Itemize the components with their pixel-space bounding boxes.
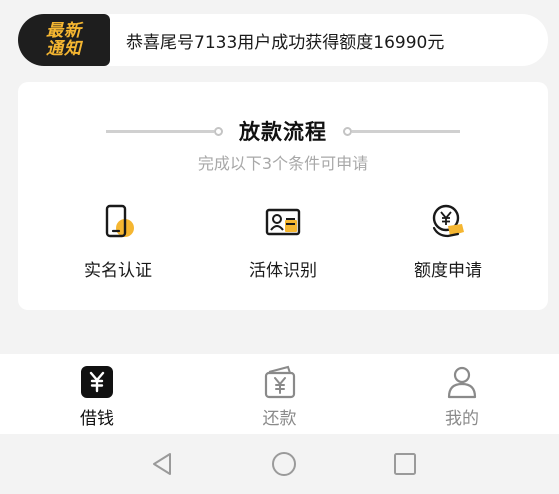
step-real-name-verification[interactable]: 实名认证	[58, 202, 178, 281]
phone-icon	[98, 202, 138, 242]
process-title-row: 放款流程	[18, 116, 548, 146]
step-label: 实名认证	[84, 261, 152, 281]
tab-borrow[interactable]: 借钱	[42, 354, 152, 434]
step-label: 额度申请	[414, 261, 482, 281]
step-label: 活体识别	[249, 261, 317, 281]
yen-square-icon	[79, 364, 115, 400]
yen-coin-hand-icon	[428, 202, 468, 242]
step-credit-application[interactable]: 额度申请	[388, 202, 508, 281]
user-icon	[444, 364, 480, 400]
process-title: 放款流程	[239, 120, 327, 144]
tab-repay[interactable]: 还款	[225, 354, 335, 434]
home-circle-icon[interactable]	[271, 451, 297, 477]
wallet-icon	[262, 364, 298, 400]
step-liveness-detection[interactable]: 活体识别	[223, 202, 343, 281]
notice-bar[interactable]: 最新 通知 恭喜尾号7133用户成功获得额度16990元	[18, 14, 548, 66]
process-subtitle: 完成以下3个条件可申请	[197, 154, 369, 173]
notice-badge-line2: 通知	[46, 39, 82, 59]
title-deco-right	[343, 126, 460, 136]
process-card: 放款流程 完成以下3个条件可申请 实名认证 活体识别 额度申请	[18, 82, 548, 310]
tab-label: 我的	[445, 409, 479, 429]
id-card-icon	[263, 202, 303, 242]
tab-label: 还款	[262, 409, 297, 429]
notice-badge-line1: 最新	[46, 21, 82, 41]
process-steps: 实名认证 活体识别 额度申请	[18, 202, 548, 281]
back-triangle-icon[interactable]	[150, 451, 174, 477]
title-deco-left	[106, 126, 223, 136]
notice-text: 恭喜尾号7133用户成功获得额度16990元	[126, 32, 445, 53]
notice-badge: 最新 通知	[18, 14, 110, 66]
bottom-tab-bar: 借钱 还款 我的	[0, 354, 559, 434]
tab-label: 借钱	[80, 409, 114, 429]
recents-square-icon[interactable]	[393, 452, 417, 476]
system-nav-bar	[0, 434, 559, 494]
tab-mine[interactable]: 我的	[407, 354, 517, 434]
